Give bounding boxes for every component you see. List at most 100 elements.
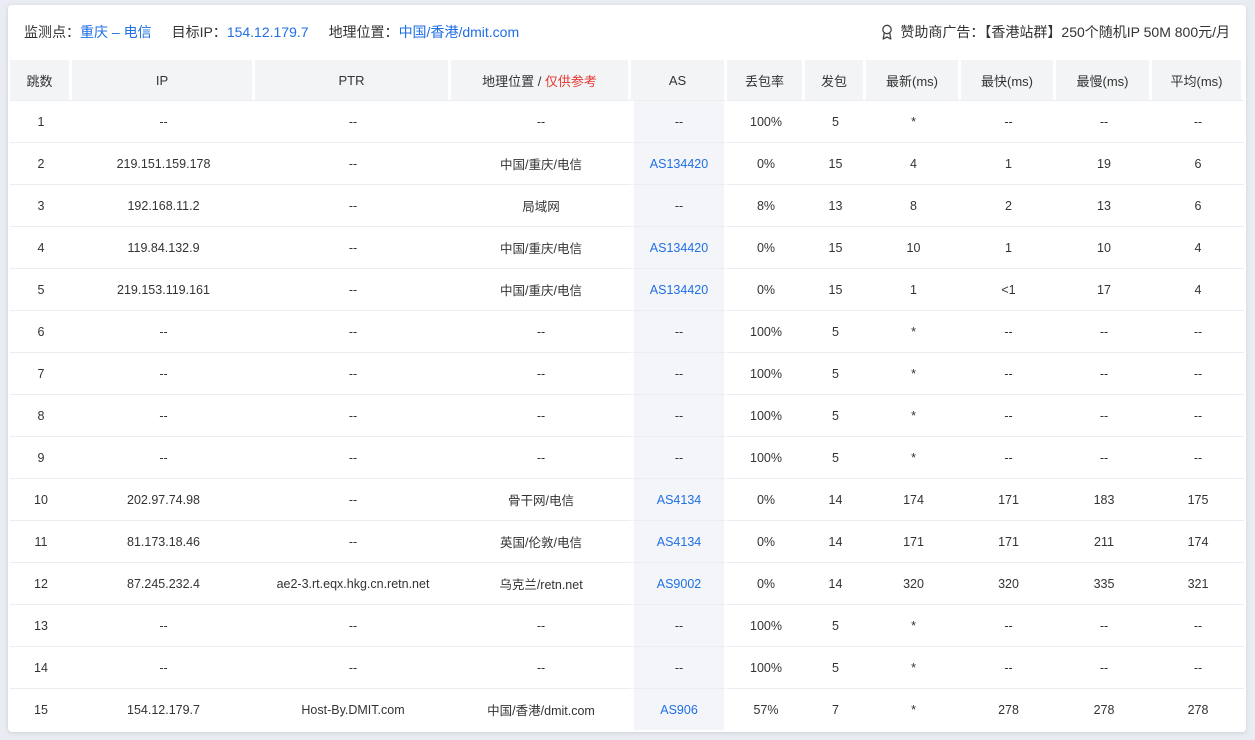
as-link[interactable]: AS906 (660, 703, 698, 717)
cell-last: * (866, 310, 961, 352)
cell-loss: 100% (727, 436, 805, 478)
monitor-value[interactable]: 重庆 – 电信 (80, 22, 152, 42)
cell-worst: 335 (1056, 562, 1152, 604)
cell-loss: 0% (727, 520, 805, 562)
cell-sent: 15 (805, 268, 866, 310)
cell-loss: 100% (727, 394, 805, 436)
geo-value[interactable]: 中国/香港/dmit.com (399, 22, 520, 42)
cell-avg: -- (1152, 310, 1244, 352)
cell-ptr: -- (255, 268, 451, 310)
as-link[interactable]: AS4134 (657, 535, 701, 549)
cell-hop: 7 (10, 352, 72, 394)
as-link[interactable]: AS4134 (657, 493, 701, 507)
cell-loss: 100% (727, 352, 805, 394)
table-row: 6 -- -- -- -- 100% 5 * -- -- -- (10, 310, 1244, 352)
table-row: 7 -- -- -- -- 100% 5 * -- -- -- (10, 352, 1244, 394)
cell-as: -- (631, 310, 727, 352)
cell-hop: 1 (10, 100, 72, 142)
cell-hop: 2 (10, 142, 72, 184)
cell-geo: -- (451, 604, 631, 646)
cell-ptr: ae2-3.rt.eqx.hkg.cn.retn.net (255, 562, 451, 604)
cell-ptr: -- (255, 142, 451, 184)
col-last: 最新(ms) (866, 60, 961, 100)
cell-as: AS906 (631, 688, 727, 730)
cell-avg: -- (1152, 646, 1244, 688)
cell-last: * (866, 604, 961, 646)
cell-ptr: -- (255, 646, 451, 688)
cell-hop: 12 (10, 562, 72, 604)
cell-sent: 14 (805, 562, 866, 604)
cell-sent: 5 (805, 646, 866, 688)
as-link[interactable]: AS134420 (650, 157, 708, 171)
cell-ip: 192.168.11.2 (72, 184, 255, 226)
cell-ip: -- (72, 310, 255, 352)
table-row: 15 154.12.179.7 Host-By.DMIT.com 中国/香港/dmit… (10, 688, 1244, 730)
col-best: 最快(ms) (961, 60, 1056, 100)
cell-ip: -- (72, 352, 255, 394)
table-row: 2 219.151.159.178 -- 中国/重庆/电信 AS134420 0% 15 4 1… (10, 142, 1244, 184)
col-geo-label: 地理位置 (482, 73, 535, 89)
cell-as: -- (631, 100, 727, 142)
cell-ptr: -- (255, 436, 451, 478)
cell-last: * (866, 394, 961, 436)
cell-best: -- (961, 646, 1056, 688)
cell-last: * (866, 436, 961, 478)
cell-loss: 0% (727, 562, 805, 604)
cell-ptr: -- (255, 394, 451, 436)
cell-loss: 100% (727, 310, 805, 352)
cell-loss: 0% (727, 226, 805, 268)
cell-as: -- (631, 352, 727, 394)
cell-geo: -- (451, 394, 631, 436)
cell-as: -- (631, 394, 727, 436)
cell-avg: -- (1152, 394, 1244, 436)
cell-hop: 10 (10, 478, 72, 520)
cell-sent: 7 (805, 688, 866, 730)
col-loss: 丢包率 (727, 60, 805, 100)
as-link[interactable]: AS9002 (657, 577, 701, 591)
cell-geo: 局域网 (451, 184, 631, 226)
col-geo-note: 仅供参考 (544, 73, 597, 89)
as-link[interactable]: AS134420 (650, 241, 708, 255)
sponsor-ad[interactable]: 赞助商广告：【香港站群】250个随机IP 50M 800元/月 (880, 22, 1230, 42)
cell-hop: 15 (10, 688, 72, 730)
cell-sent: 5 (805, 310, 866, 352)
cell-hop: 4 (10, 226, 72, 268)
cell-avg: 174 (1152, 520, 1244, 562)
cell-sent: 14 (805, 520, 866, 562)
cell-best: -- (961, 352, 1056, 394)
cell-loss: 8% (727, 184, 805, 226)
cell-ip: -- (72, 604, 255, 646)
target-ip-value[interactable]: 154.12.179.7 (227, 24, 309, 40)
cell-as: -- (631, 436, 727, 478)
cell-as: -- (631, 184, 727, 226)
cell-sent: 14 (805, 478, 866, 520)
table-row: 14 -- -- -- -- 100% 5 * -- -- -- (10, 646, 1244, 688)
cell-last: 4 (866, 142, 961, 184)
cell-hop: 3 (10, 184, 72, 226)
cell-last: * (866, 688, 961, 730)
cell-worst: 13 (1056, 184, 1152, 226)
cell-best: 278 (961, 688, 1056, 730)
target-ip-label: 目标IP： (171, 24, 227, 40)
cell-avg: -- (1152, 436, 1244, 478)
as-link[interactable]: AS134420 (650, 283, 708, 297)
target-geo: 地理位置： 中国/香港/dmit.com (329, 22, 520, 42)
cell-best: -- (961, 604, 1056, 646)
cell-ptr: -- (255, 352, 451, 394)
cell-loss: 0% (727, 478, 805, 520)
traceroute-table: 跳数 IP PTR 地理位置 / 仅供参考 AS 丢包率 发包 最新(ms) 最… (10, 60, 1244, 730)
cell-as: -- (631, 604, 727, 646)
col-geo-sep: / (534, 73, 545, 89)
cell-avg: -- (1152, 604, 1244, 646)
cell-hop: 11 (10, 520, 72, 562)
cell-ptr: -- (255, 310, 451, 352)
cell-best: -- (961, 394, 1056, 436)
target-info: 监测点： 重庆 – 电信 目标IP： 154.12.179.7 地理位置： 中国… (24, 22, 539, 42)
table-row: 5 219.153.119.161 -- 中国/重庆/电信 AS134420 0% 15 1 <… (10, 268, 1244, 310)
cell-geo: 英国/伦敦/电信 (451, 520, 631, 562)
cell-ptr: -- (255, 184, 451, 226)
sponsor-text[interactable]: 赞助商广告：【香港站群】250个随机IP 50M 800元/月 (900, 22, 1230, 42)
cell-geo: 中国/重庆/电信 (451, 268, 631, 310)
target-ip: 目标IP： 154.12.179.7 (172, 22, 309, 42)
cell-avg: 6 (1152, 142, 1244, 184)
